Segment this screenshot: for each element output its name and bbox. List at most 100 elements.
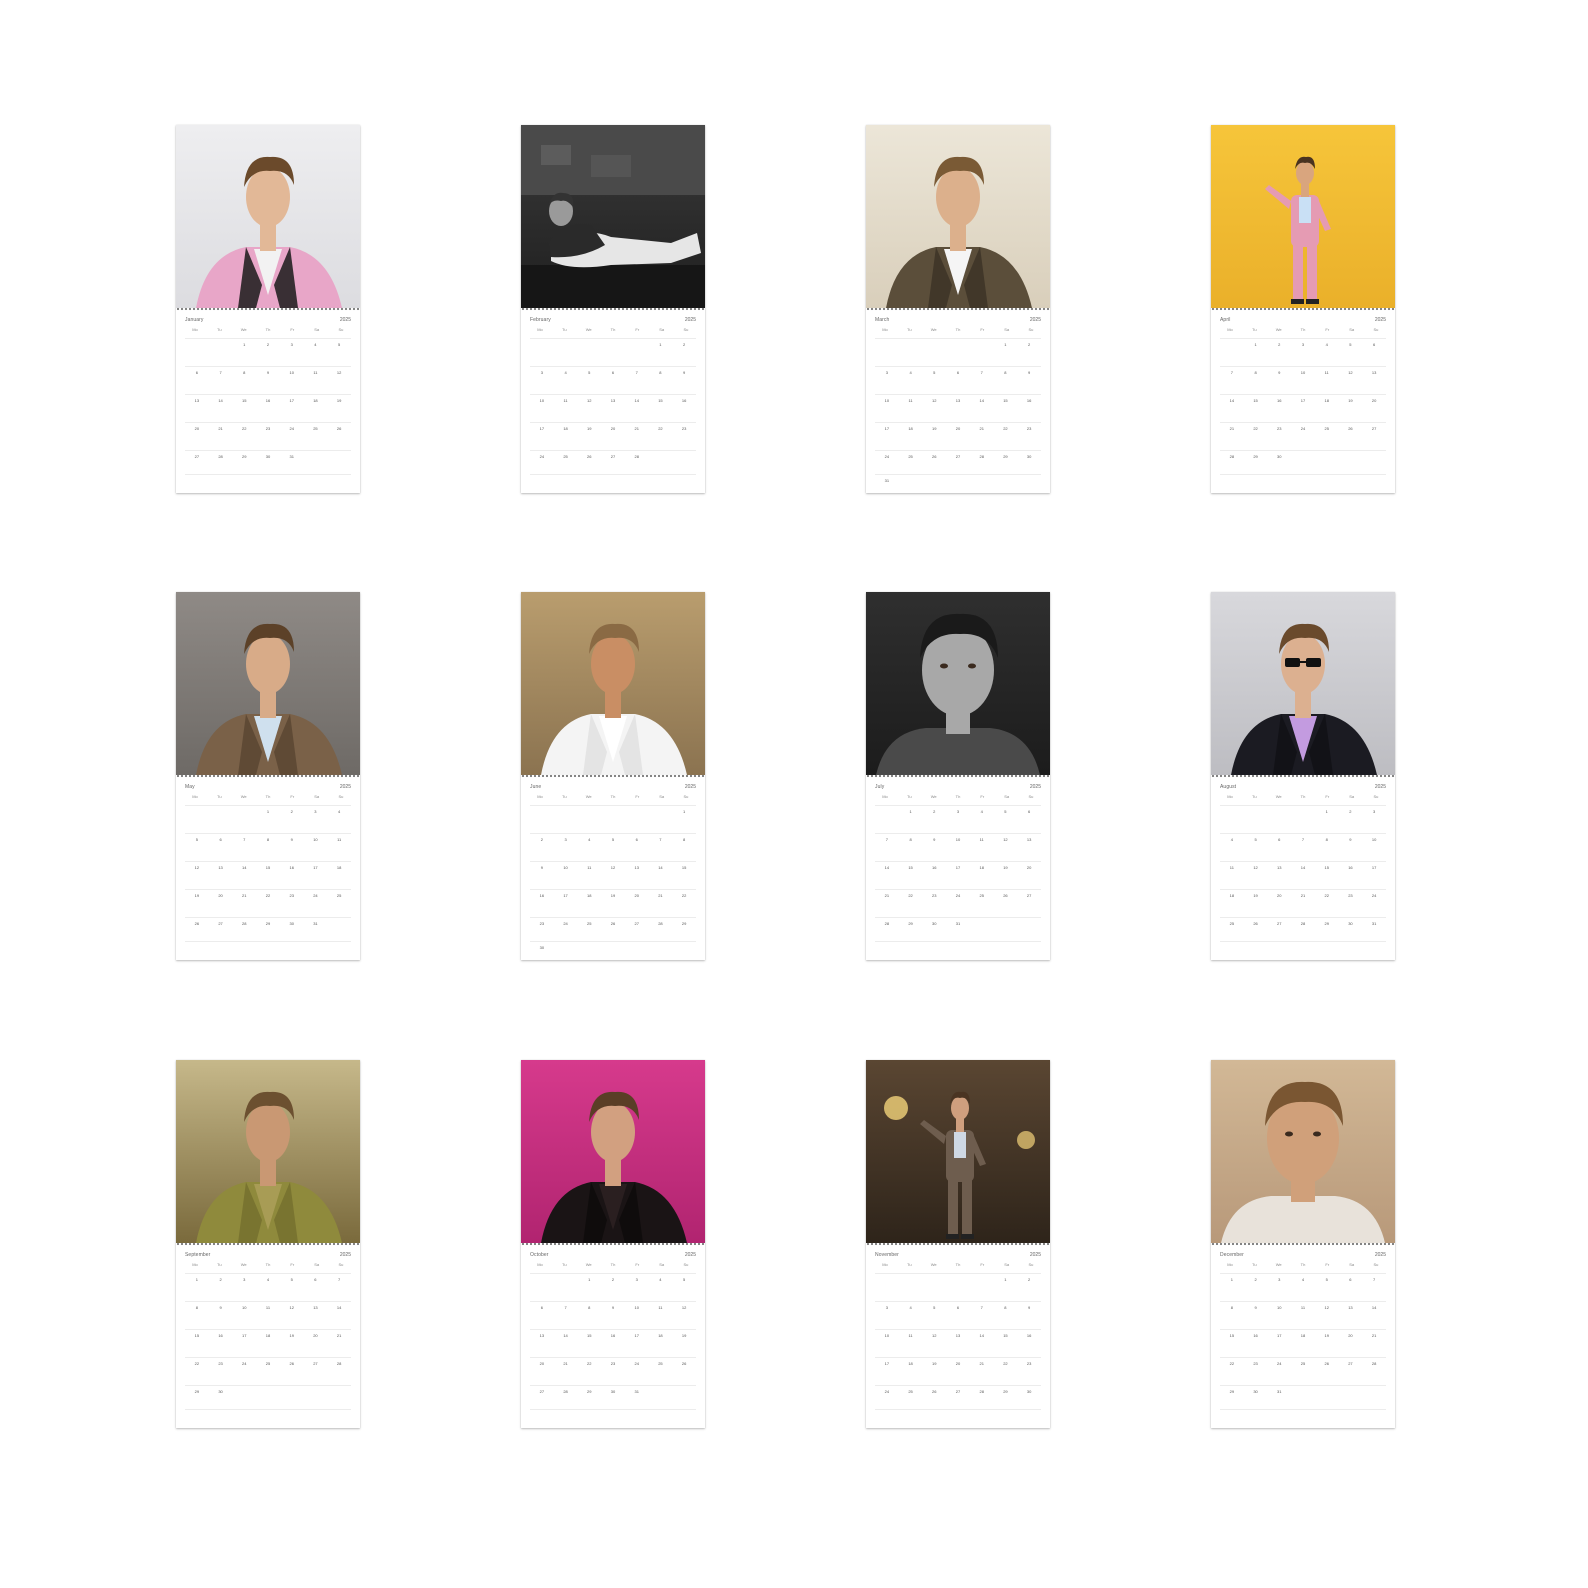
day-number: 13: [955, 1333, 961, 1338]
weekday-label: Tu: [1252, 327, 1257, 332]
day-number: 9: [540, 865, 543, 870]
weekday-label: Tu: [562, 327, 567, 332]
month-grid: April 2025 Mo Tu We Th Fr Sa Su 1 2 3 4 5 6 7 8 9 10 11 12 13…: [1211, 312, 1395, 493]
day-number: 21: [242, 893, 247, 898]
weekday-label: Mo: [537, 327, 543, 332]
month-year: 2025: [1029, 1252, 1041, 1258]
day-number: 5: [338, 342, 341, 347]
day-number: 25: [313, 426, 318, 431]
day-number: 19: [587, 426, 592, 431]
day-number: 23: [1026, 426, 1032, 431]
calendar-page-march: March 2025 Mo Tu We Th Fr Sa Su 1 2 3 4 5 6 7 8 9 10 11 12 13…: [866, 125, 1050, 493]
day-number: 27: [218, 921, 223, 926]
month-year: 2025: [684, 1252, 696, 1258]
day-number: 21: [634, 426, 639, 431]
day-number: 28: [336, 1361, 342, 1366]
day-number: 21: [1300, 893, 1306, 898]
day-number: 3: [314, 809, 317, 814]
day-number: 2: [219, 1277, 222, 1282]
weekday-label: Su: [338, 1262, 344, 1267]
week-divider: [185, 394, 351, 395]
day-number: 9: [611, 1305, 615, 1310]
day-number: 14: [336, 1305, 342, 1310]
day-number: 10: [884, 398, 890, 403]
day-number: 26: [932, 454, 937, 459]
week-divider: [875, 450, 1041, 451]
day-number: 25: [1229, 921, 1235, 926]
week-divider: [875, 338, 1041, 339]
day-number: 7: [1301, 837, 1305, 842]
day-number: 4: [588, 837, 591, 842]
day-number: 23: [681, 426, 687, 431]
month-name: December: [1220, 1252, 1244, 1258]
week-divider: [530, 338, 696, 339]
day-number: 5: [933, 370, 936, 375]
day-number: 2: [540, 837, 543, 842]
day-number: 2: [1254, 1277, 1257, 1282]
week-divider: [185, 1385, 351, 1386]
day-number: 13: [1348, 1305, 1353, 1310]
week-divider: [1220, 941, 1386, 942]
weekday-label: Mo: [537, 794, 543, 799]
day-number: 7: [885, 837, 888, 842]
day-number: 16: [681, 398, 687, 403]
day-number: 17: [884, 1361, 890, 1366]
day-number: 26: [587, 454, 592, 459]
day-number: 11: [908, 398, 913, 403]
week-divider: [1220, 422, 1386, 423]
day-number: 23: [218, 1361, 223, 1366]
weekday-label: We: [240, 327, 247, 332]
day-number: 1: [683, 809, 686, 814]
week-divider: [530, 1329, 696, 1330]
day-number: 22: [1229, 1361, 1235, 1366]
weekday-header: Mo Tu We Th Fr Sa Su: [185, 1262, 351, 1267]
weekday-header: Mo Tu We Th Fr Sa Su: [530, 1262, 696, 1267]
day-number: 14: [979, 1333, 984, 1338]
day-number: 26: [1253, 921, 1258, 926]
day-number: 16: [289, 865, 294, 870]
day-number: 6: [1373, 342, 1376, 347]
day-number: 1: [1004, 342, 1007, 347]
day-number: 20: [1371, 398, 1377, 403]
calendar-photo: [866, 125, 1050, 308]
day-number: 24: [242, 1361, 247, 1366]
day-number: 23: [1026, 1361, 1032, 1366]
day-number: 12: [1003, 837, 1008, 842]
day-number: 30: [265, 454, 271, 459]
day-number: 23: [1277, 426, 1282, 431]
day-number: 4: [1325, 342, 1328, 347]
day-number: 8: [266, 837, 270, 842]
day-number: 10: [955, 837, 961, 842]
day-number: 13: [955, 398, 961, 403]
day-number: 11: [587, 865, 592, 870]
day-number: 10: [313, 837, 318, 842]
day-number: 25: [1324, 426, 1329, 431]
day-number: 13: [313, 1305, 318, 1310]
day-number: 29: [1003, 1389, 1008, 1394]
month-name: March: [875, 317, 890, 323]
weekday-label: Th: [610, 327, 616, 332]
day-number: 8: [195, 1305, 198, 1310]
calendar-photo: [521, 125, 705, 308]
day-number: 3: [243, 1277, 246, 1282]
day-number: 26: [1324, 1361, 1329, 1366]
day-number: 21: [979, 426, 984, 431]
day-number: 8: [909, 837, 912, 842]
day-number: 10: [289, 370, 294, 375]
day-number: 16: [610, 1333, 616, 1338]
day-number: 27: [955, 454, 961, 459]
day-number: 11: [658, 1305, 663, 1310]
week-divider: [530, 917, 696, 918]
day-number: 3: [885, 370, 888, 375]
day-number: 13: [1371, 370, 1377, 375]
month-name: September: [185, 1252, 211, 1258]
month-name: May: [185, 784, 195, 790]
week-divider: [1220, 805, 1386, 806]
weekday-label: We: [240, 1262, 247, 1267]
month-name: January: [185, 317, 204, 323]
month-year: 2025: [1374, 784, 1386, 790]
week-divider: [875, 474, 1041, 475]
day-number: 15: [908, 865, 913, 870]
day-number: 29: [194, 1389, 200, 1394]
week-divider: [530, 450, 696, 451]
